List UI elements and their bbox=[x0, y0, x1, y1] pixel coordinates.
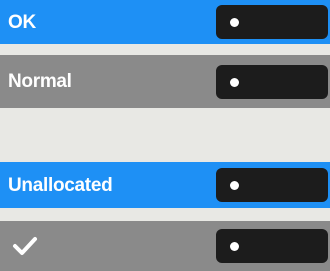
status-label: Unallocated bbox=[8, 174, 113, 196]
dot-icon bbox=[230, 77, 239, 87]
checkmark-icon bbox=[13, 237, 37, 255]
status-key[interactable] bbox=[216, 5, 328, 39]
status-row-unallocated[interactable]: Unallocated bbox=[0, 162, 330, 208]
dot-icon bbox=[230, 242, 239, 251]
status-row-ok[interactable]: OK bbox=[0, 0, 330, 44]
status-key[interactable] bbox=[216, 168, 328, 202]
status-row-normal[interactable]: Normal bbox=[0, 55, 330, 108]
status-label: OK bbox=[8, 11, 36, 33]
dot-icon bbox=[230, 18, 239, 27]
status-label: Normal bbox=[8, 71, 72, 92]
status-row-checkmark[interactable] bbox=[0, 221, 330, 271]
status-key[interactable] bbox=[216, 229, 328, 263]
status-key[interactable] bbox=[216, 64, 328, 99]
dot-icon bbox=[230, 181, 239, 190]
